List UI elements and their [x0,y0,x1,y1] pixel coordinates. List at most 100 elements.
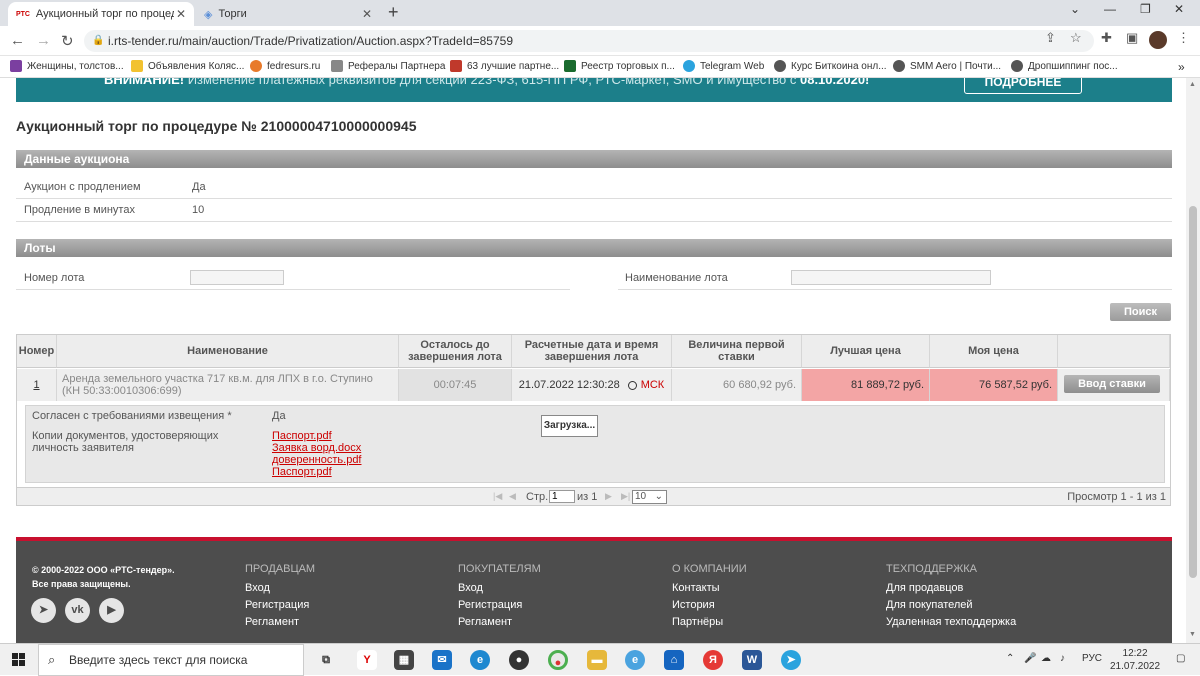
tab-search-icon[interactable]: ⌄ [1070,2,1080,16]
footer-link[interactable]: Удаленная техподдержка [886,616,1016,628]
banner-more-button[interactable]: ПОДРОБНЕЕ [964,78,1082,94]
column-header-name[interactable]: Наименование [57,335,399,368]
cloud-icon[interactable]: ☁ [1041,653,1051,664]
doc-link[interactable]: Паспорт.pdf [272,430,332,442]
lot-name-input[interactable] [791,270,991,285]
banner-text: ВНИМАНИЕ! Изменение платежных реквизитов… [104,78,870,87]
timezone-label: МСК [640,379,665,391]
column-header-my-price[interactable]: Моя цена [930,335,1058,368]
bookmark-icon [564,60,576,72]
yandex-browser-icon[interactable]: Y [357,650,377,670]
microphone-icon[interactable]: 🎤 [1024,653,1036,664]
doc-link[interactable]: доверенность.pdf [272,454,362,466]
footer-link[interactable]: Контакты [672,582,747,594]
footer-link[interactable]: Регистрация [245,599,315,611]
forward-icon[interactable]: → [36,32,51,49]
edge-icon[interactable]: e [470,650,490,670]
footer-link[interactable]: Для покупателей [886,599,1016,611]
page-viewport: ВНИМАНИЕ! Изменение платежных реквизитов… [0,78,1186,643]
side-panel-icon[interactable]: ▣ [1126,30,1138,46]
telegram-app-icon[interactable]: ➤ [781,650,801,670]
footer-link[interactable]: Регламент [245,616,315,628]
profile-avatar[interactable] [1149,31,1167,49]
footer-link[interactable]: История [672,599,747,611]
language-indicator[interactable]: РУС [1082,653,1102,664]
footer-link[interactable]: Вход [245,582,315,594]
app-icon[interactable]: ● [509,650,529,670]
bookmark-item[interactable]: Telegram Web [683,60,764,72]
scroll-down-icon[interactable]: ▼ [1189,631,1196,638]
prev-page-icon[interactable]: ◀ [509,491,516,502]
minimize-icon[interactable]: — [1104,2,1116,16]
calendar-app-icon[interactable]: ▦ [394,650,414,670]
taskbar-search-input[interactable]: ⌕ Введите здесь текст для поиска [38,644,304,676]
tray-overflow-icon[interactable]: ⌃ [1006,653,1014,664]
extensions-icon[interactable]: ✚ [1101,30,1112,46]
scrollbar-thumb[interactable] [1189,206,1197,578]
next-page-icon[interactable]: ▶ [605,491,612,502]
page-input[interactable] [549,490,575,503]
footer-link[interactable]: Для продавцов [886,582,1016,594]
bookmark-item[interactable]: 63 лучшие партне... [450,60,559,72]
chrome-icon[interactable]: ● [548,650,568,670]
bookmark-item[interactable]: fedresurs.ru [250,60,320,72]
vk-icon[interactable]: vk [65,598,90,623]
yandex-icon[interactable]: Я [703,650,723,670]
bookmark-item[interactable]: SMM Aero | Почти... [893,60,1001,72]
scroll-up-icon[interactable]: ▲ [1189,81,1196,88]
back-icon[interactable]: ← [10,32,25,49]
volume-icon[interactable]: ♪ [1060,653,1065,664]
new-tab-icon[interactable]: + [388,2,399,23]
footer-link[interactable]: Регламент [458,616,541,628]
bookmark-item[interactable]: Рефералы Партнера [331,60,445,72]
bookmarks-bar: Женщины, толстов... Объявления Коляс... … [0,56,1200,78]
lot-number-input[interactable] [190,270,284,285]
file-explorer-icon[interactable]: ▬ [587,650,607,670]
bookmark-item[interactable]: Дропшиппинг пос... [1011,60,1118,72]
bookmark-item[interactable]: Женщины, толстов... [10,60,124,72]
taskbar-clock[interactable]: 12:22 21.07.2022 [1110,647,1160,673]
youtube-icon[interactable]: ▶ [99,598,124,623]
tab-close-icon[interactable]: ✕ [176,7,186,21]
doc-link[interactable]: Паспорт.pdf [272,466,332,478]
window-close-icon[interactable]: ✕ [1174,2,1184,16]
bookmarks-overflow-icon[interactable]: » [1178,60,1185,74]
last-page-icon[interactable]: ▶| [621,491,630,502]
page-scrollbar[interactable]: ▲ ▼ [1186,78,1200,643]
search-button[interactable]: Поиск [1110,303,1171,321]
first-page-icon[interactable]: |◀ [493,491,502,502]
share-icon[interactable]: ⇪ [1045,30,1056,46]
menu-icon[interactable]: ⋮ [1177,30,1190,46]
telegram-icon[interactable]: ➤ [31,598,56,623]
column-header-remaining[interactable]: Осталось до завершения лота [399,335,512,368]
word-icon[interactable]: W [742,650,762,670]
star-icon[interactable]: ☆ [1070,30,1082,46]
column-header-first-bid[interactable]: Величина первой ставки [672,335,802,368]
page-size-select[interactable]: 10 ⌄ [632,490,667,504]
task-view-icon[interactable]: ⧉ [316,650,336,670]
footer-link[interactable]: Партнёры [672,616,747,628]
tab-auction[interactable]: РТС Аукционный торг по процедуре ✕ [8,2,194,26]
tab-close-icon[interactable]: ✕ [362,7,372,21]
column-header-best-price[interactable]: Лучшая цена [802,335,930,368]
auction-field-extension: Аукцион с продлением Да [16,176,1172,199]
lot-number-link[interactable]: 1 [17,369,57,401]
ie-icon[interactable]: e [625,650,645,670]
reload-icon[interactable]: ↻ [61,32,74,50]
column-header-end-datetime[interactable]: Расчетные дата и время завершения лота [512,335,672,368]
home-app-icon[interactable]: ⌂ [664,650,684,670]
bookmark-item[interactable]: Реестр торговых п... [564,60,675,72]
bookmark-item[interactable]: Объявления Коляс... [131,60,244,72]
footer-link[interactable]: Вход [458,582,541,594]
place-bid-button[interactable]: Ввод ставки [1064,375,1160,393]
url-input[interactable]: 🔒 i.rts-tender.ru/main/auction/Trade/Pri… [84,30,1094,52]
column-header-number[interactable]: Номер [17,335,57,368]
notifications-icon[interactable]: ▢ [1176,653,1185,664]
maximize-icon[interactable]: ❐ [1140,2,1151,16]
tab-torgi[interactable]: ◈ Торги ✕ [196,2,380,26]
doc-link[interactable]: Заявка ворд.docx [272,442,361,454]
windows-start-icon[interactable] [12,653,25,666]
bookmark-item[interactable]: Курс Биткоина онл... [774,60,887,72]
footer-link[interactable]: Регистрация [458,599,541,611]
mail-icon[interactable]: ✉ [432,650,452,670]
